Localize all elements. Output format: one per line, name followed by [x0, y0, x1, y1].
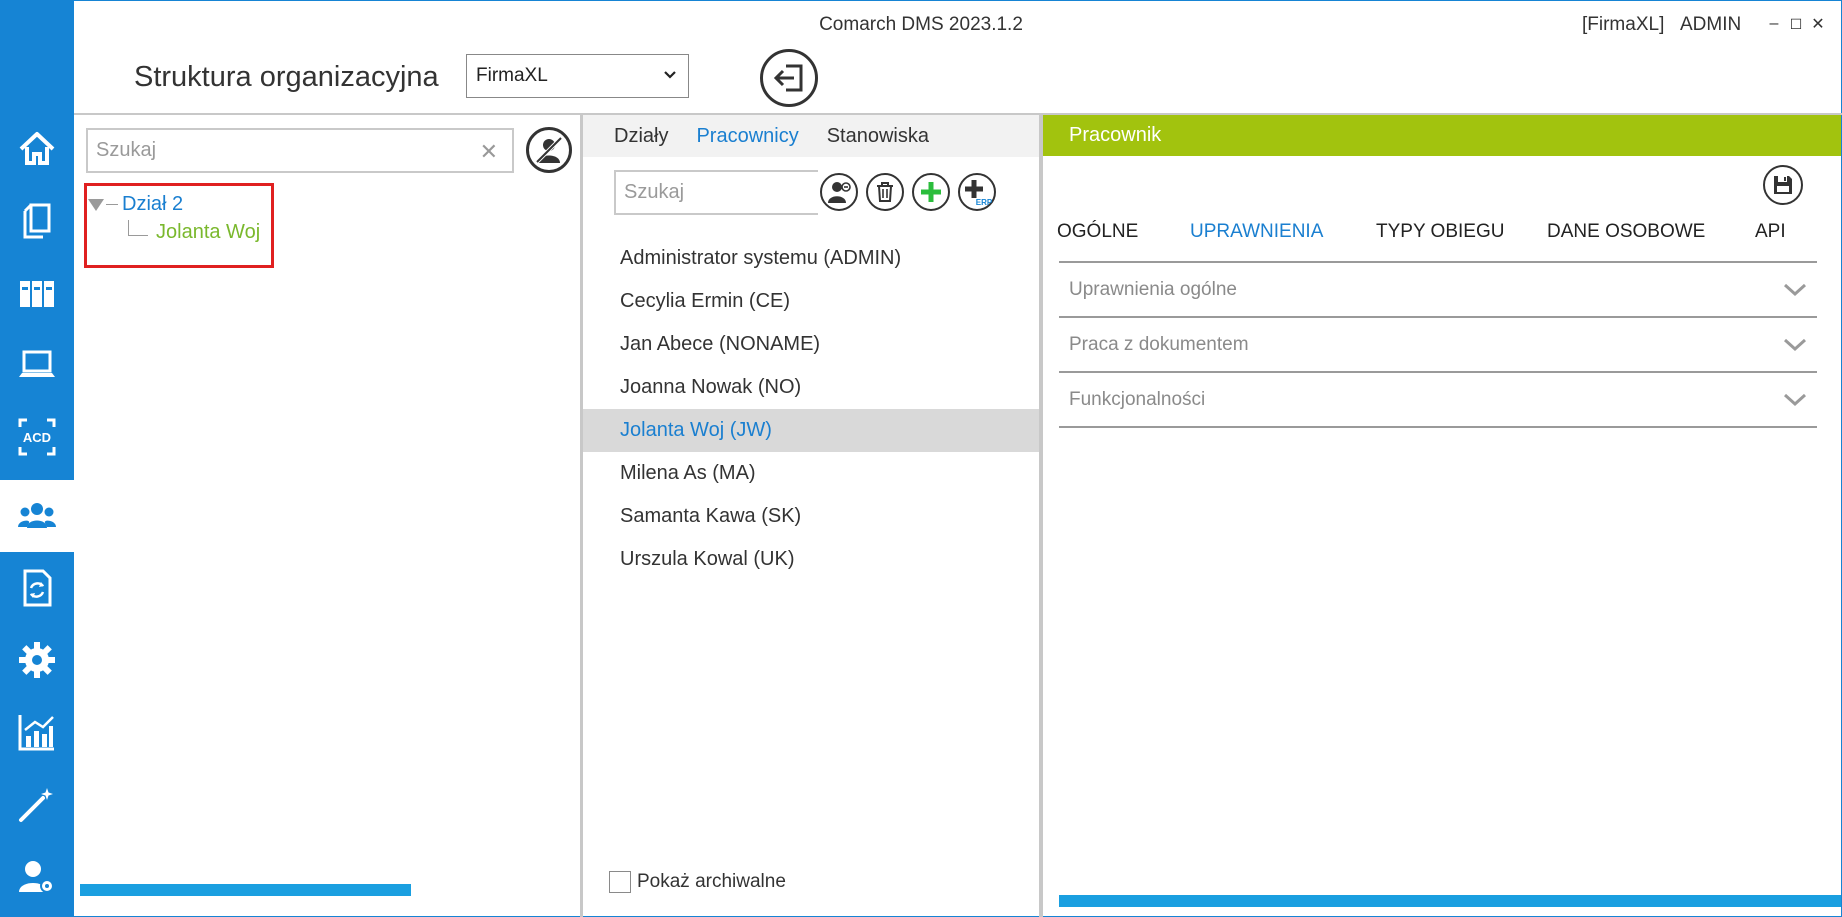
laptop-icon: [19, 350, 55, 377]
tree-connector: [128, 219, 148, 236]
chevron-down-icon: [1783, 393, 1807, 407]
user-settings-icon: [19, 861, 54, 893]
show-archived-label: Pokaż archiwalne: [637, 871, 786, 892]
show-archived-toggle[interactable]: Pokaż archiwalne: [609, 871, 786, 893]
magic-wand-icon: [19, 788, 53, 822]
list-tabs: Działy Pracownicy Stanowiska: [583, 115, 1039, 157]
detail-tabs: OGÓLNE UPRAWNIENIA TYPY OBIEGU DANE OSOB…: [1043, 221, 1841, 257]
tree-user-filter-button[interactable]: [526, 127, 572, 173]
svg-text:ERP: ERP: [976, 198, 992, 207]
binders-icon: [20, 281, 54, 307]
page-title: Struktura organizacyjna: [134, 61, 439, 93]
home-icon: [19, 132, 55, 165]
tree-node-department[interactable]: Dział 2: [88, 193, 183, 216]
app-title: Comarch DMS 2023.1.2: [819, 14, 1023, 35]
add-employee-button[interactable]: [912, 173, 950, 211]
plus-icon: [921, 182, 941, 202]
user-slash-icon: [535, 136, 563, 164]
close-button[interactable]: ✕: [1808, 14, 1828, 34]
tab-employees[interactable]: Pracownicy: [696, 125, 798, 148]
tree-connector: [106, 204, 118, 205]
sidebar-item-workstation[interactable]: [0, 329, 74, 401]
tab-departments[interactable]: Działy: [614, 125, 668, 148]
section-label: Uprawnienia ogólne: [1069, 278, 1237, 300]
detail-header: Pracownik: [1043, 115, 1841, 156]
list-item[interactable]: Samanta Kawa (SK): [583, 495, 1039, 538]
delete-button[interactable]: [866, 173, 904, 211]
employees-list-panel: Działy Pracownicy Stanowiska ERP Adminis…: [583, 115, 1039, 917]
section-functionalities[interactable]: Funkcjonalności: [1059, 373, 1817, 428]
tab-positions[interactable]: Stanowiska: [827, 125, 929, 148]
tree-node-label: Dział 2: [122, 193, 184, 215]
sidebar-item-acd[interactable]: ACD: [0, 401, 74, 473]
documents-icon: [23, 203, 51, 239]
tab-api[interactable]: API: [1755, 221, 1786, 243]
expand-triangle-icon[interactable]: [88, 198, 104, 211]
section-label: Praca z dokumentem: [1069, 333, 1249, 355]
chevron-down-icon: [1783, 338, 1807, 352]
tree-scroll-bar[interactable]: [80, 884, 411, 896]
employee-list: Administrator systemu (ADMIN) Cecylia Er…: [583, 237, 1039, 581]
gear-icon: [19, 642, 55, 678]
svg-text:ACD: ACD: [23, 430, 51, 445]
company-select[interactable]: FirmaXL: [466, 54, 689, 98]
back-button[interactable]: [760, 49, 818, 107]
tree-node-employee[interactable]: Jolanta Woj: [128, 219, 261, 244]
org-tree-panel: ✕ Dział 2 Jolanta Woj: [74, 115, 580, 917]
company-select-value: FirmaXL: [476, 65, 548, 86]
save-button[interactable]: [1763, 165, 1803, 205]
document-sync-icon: [23, 569, 52, 607]
detail-scroll-bar[interactable]: [1059, 895, 1841, 907]
list-item[interactable]: Cecylia Ermin (CE): [583, 280, 1039, 323]
app-sidebar: ACD: [0, 0, 74, 917]
users-icon: [18, 503, 56, 528]
clear-search-icon[interactable]: ✕: [480, 139, 498, 165]
sidebar-item-workflow[interactable]: [0, 552, 74, 624]
maximize-button[interactable]: ☐: [1786, 14, 1806, 34]
sidebar-item-wizard[interactable]: [0, 768, 74, 840]
company-tag: [FirmaXL]: [1582, 14, 1665, 35]
minimize-button[interactable]: –: [1764, 14, 1784, 34]
acd-icon: ACD: [18, 418, 56, 456]
chart-icon: [18, 715, 54, 751]
sidebar-item-reports[interactable]: [0, 696, 74, 768]
tree-search-box: ✕: [86, 128, 514, 173]
sidebar-item-org-structure[interactable]: [0, 480, 74, 552]
list-item[interactable]: Joanna Nowak (NO): [583, 366, 1039, 409]
sidebar-item-repository[interactable]: [0, 257, 74, 329]
tab-workflow-types[interactable]: TYPY OBIEGU: [1376, 221, 1504, 243]
tree-node-label: Jolanta Woj: [156, 221, 261, 243]
list-item[interactable]: Milena As (MA): [583, 452, 1039, 495]
plus-erp-icon: ERP: [965, 180, 992, 207]
list-item[interactable]: Jan Abece (NONAME): [583, 323, 1039, 366]
list-item[interactable]: Administrator systemu (ADMIN): [583, 237, 1039, 280]
trash-icon: [877, 182, 893, 202]
sidebar-item-admin-settings[interactable]: [0, 840, 74, 912]
tab-permissions[interactable]: UPRAWNIENIA: [1190, 221, 1323, 243]
floppy-disk-icon: [1774, 176, 1792, 194]
add-from-erp-button[interactable]: ERP: [958, 173, 996, 211]
sidebar-item-documents[interactable]: [0, 185, 74, 257]
current-user: ADMIN: [1680, 14, 1742, 35]
tab-general[interactable]: OGÓLNE: [1057, 221, 1138, 243]
section-document-work[interactable]: Praca z dokumentem: [1059, 318, 1817, 373]
list-item[interactable]: Urszula Kowal (UK): [583, 538, 1039, 581]
list-item-selected[interactable]: Jolanta Woj (JW): [583, 409, 1039, 452]
chevron-down-icon: [1783, 283, 1807, 297]
change-user-button[interactable]: [820, 173, 858, 211]
show-archived-checkbox[interactable]: [609, 871, 631, 893]
sidebar-item-settings[interactable]: [0, 624, 74, 696]
employee-search-box: [614, 170, 818, 215]
chevron-down-icon: [664, 71, 676, 79]
employee-search-input[interactable]: [616, 172, 806, 213]
exit-arrow-icon: [773, 64, 803, 92]
section-label: Funkcjonalności: [1069, 388, 1206, 410]
sidebar-item-home[interactable]: [0, 113, 74, 185]
section-general-permissions[interactable]: Uprawnienia ogólne: [1059, 263, 1817, 318]
tree-search-input[interactable]: [88, 130, 458, 171]
user-swap-icon: [828, 182, 851, 203]
employee-detail-panel: Pracownik OGÓLNE UPRAWNIENIA TYPY OBIEGU…: [1043, 115, 1841, 917]
tab-personal-data[interactable]: DANE OSOBOWE: [1547, 221, 1705, 243]
